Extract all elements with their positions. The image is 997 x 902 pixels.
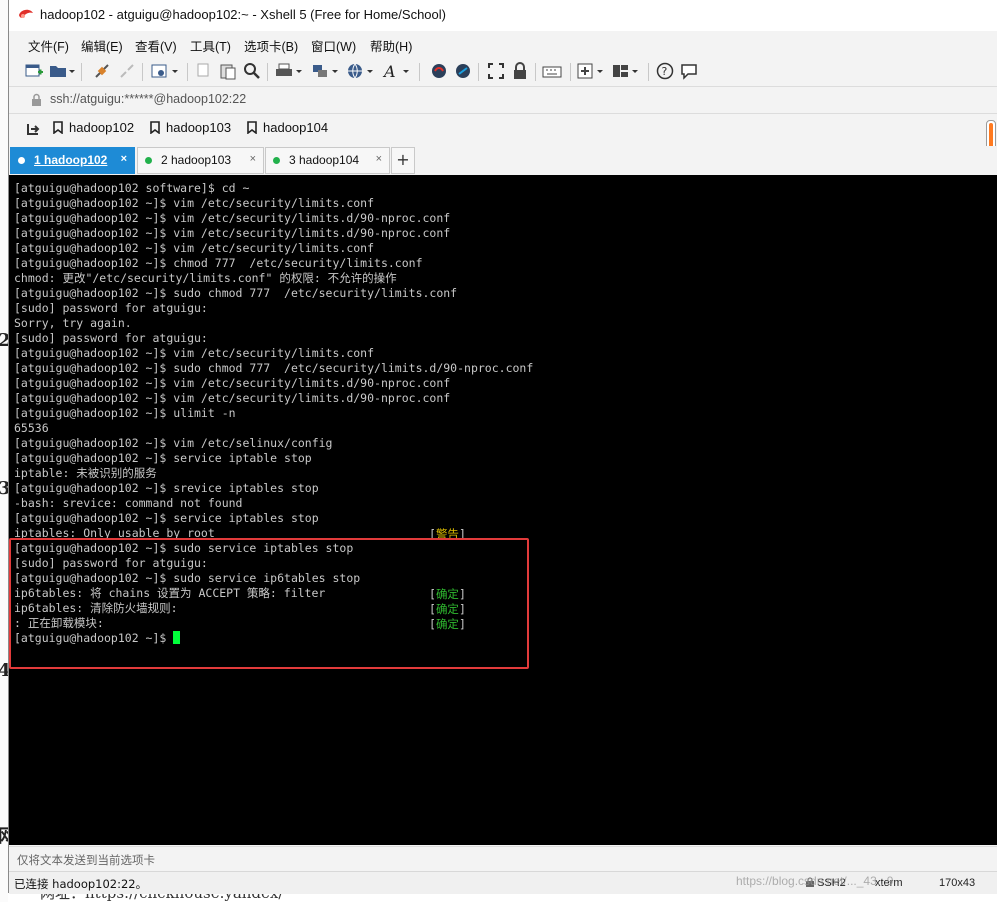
terminal-line: [sudo] password for atguigu: bbox=[14, 301, 208, 315]
connected-dot-icon bbox=[273, 157, 280, 164]
terminal-line: [atguigu@hadoop102 ~]$ vim /etc/security… bbox=[14, 211, 451, 225]
terminal-line: [atguigu@hadoop102 ~]$ sudo chmod 777 /e… bbox=[14, 361, 534, 375]
link-hadoop104[interactable]: hadoop104 bbox=[247, 120, 328, 135]
menu-edit[interactable]: 编辑(E) bbox=[81, 36, 123, 55]
terminal-line: [atguigu@hadoop102 ~]$ service iptable s… bbox=[14, 451, 312, 465]
terminal-line: [atguigu@hadoop102 ~]$ vim /etc/security… bbox=[14, 376, 451, 390]
link-arrow-icon[interactable] bbox=[26, 122, 40, 136]
terminal-line: [atguigu@hadoop102 ~]$ bbox=[14, 631, 533, 646]
link-hadoop102[interactable]: hadoop102 bbox=[53, 120, 134, 135]
menu-tools[interactable]: 工具(T) bbox=[190, 36, 231, 55]
lock-icon[interactable] bbox=[511, 62, 529, 80]
menu-tabs[interactable]: 选项卡(B) bbox=[244, 36, 298, 55]
terminal-line: [atguigu@hadoop102 ~]$ vim /etc/selinux/… bbox=[14, 436, 333, 450]
bookmark-icon bbox=[53, 121, 63, 134]
close-icon[interactable]: × bbox=[376, 153, 382, 165]
address-bar[interactable]: ssh://atguigu:******@hadoop102:22 bbox=[9, 87, 997, 114]
ok-status: [确定] bbox=[429, 617, 466, 631]
new-session-icon[interactable] bbox=[25, 62, 43, 80]
title-bar: hadoop102 - atguigu@hadoop102:~ - Xshell… bbox=[9, 0, 997, 32]
terminal-line: [atguigu@hadoop102 ~]$ sudo chmod 777 /e… bbox=[14, 286, 458, 300]
watermark: https://blog.csdn.net/..._43...9 bbox=[736, 874, 894, 888]
open-folder-icon[interactable] bbox=[49, 62, 75, 80]
tab-bar: 1 hadoop102 × 2 hadoop103 × 3 hadoop104 … bbox=[9, 146, 997, 175]
xmanager-icon[interactable] bbox=[454, 62, 472, 80]
paste-icon[interactable] bbox=[219, 62, 237, 80]
ok-status: [确定] bbox=[429, 587, 466, 601]
terminal-line: 65536 bbox=[14, 421, 49, 435]
menu-help[interactable]: 帮助(H) bbox=[370, 36, 412, 55]
help-icon[interactable]: ? bbox=[656, 62, 674, 80]
menu-bar: 文件(F) 编辑(E) 查看(V) 工具(T) 选项卡(B) 窗口(W) 帮助(… bbox=[9, 31, 997, 57]
address-text: ssh://atguigu:******@hadoop102:22 bbox=[50, 92, 247, 106]
terminal-line: iptable: 未被识别的服务 bbox=[14, 466, 157, 480]
terminal-line: [atguigu@hadoop102 ~]$ sudo service ip6t… bbox=[14, 571, 361, 585]
terminal-line: Sorry, try again. bbox=[14, 316, 132, 330]
links-bar: hadoop102 hadoop103 hadoop104 bbox=[9, 114, 997, 144]
send-text-placeholder: 仅将文本发送到当前选项卡 bbox=[17, 853, 155, 867]
bookmark-icon bbox=[150, 121, 160, 134]
toolbar: A ? bbox=[9, 57, 997, 87]
terminal-line: [atguigu@hadoop102 ~]$ service iptables … bbox=[14, 511, 319, 525]
copy-icon[interactable] bbox=[195, 62, 213, 80]
terminal-line: [atguigu@hadoop102 software]$ cd ~ bbox=[14, 181, 250, 195]
menu-window[interactable]: 窗口(W) bbox=[311, 36, 356, 55]
find-icon[interactable] bbox=[243, 62, 261, 80]
close-icon[interactable]: × bbox=[250, 153, 256, 165]
font-icon[interactable]: A bbox=[382, 62, 410, 80]
terminal-line: -bash: srevice: command not found bbox=[14, 496, 243, 510]
tab-hadoop102[interactable]: 1 hadoop102 × bbox=[10, 147, 135, 174]
close-icon[interactable]: × bbox=[121, 153, 127, 165]
layout-icon[interactable] bbox=[612, 62, 640, 80]
properties-icon[interactable] bbox=[151, 62, 179, 80]
terminal-line: [sudo] password for atguigu: bbox=[14, 556, 208, 570]
connected-dot-icon bbox=[18, 157, 25, 164]
svg-text:A: A bbox=[382, 62, 396, 80]
connect-icon[interactable] bbox=[93, 62, 111, 80]
menu-view[interactable]: 查看(V) bbox=[135, 36, 177, 55]
tab-hadoop103[interactable]: 2 hadoop103 × bbox=[137, 147, 264, 174]
new-tab-icon[interactable] bbox=[577, 62, 605, 80]
terminal-line: chmod: 更改"/etc/security/limits.conf" 的权限… bbox=[14, 271, 397, 285]
svg-text:?: ? bbox=[662, 65, 668, 78]
connection-status: 已连接 hadoop102:22。 bbox=[14, 877, 148, 891]
lock-icon bbox=[32, 93, 41, 106]
terminal-lines: [atguigu@hadoop102 software]$ cd ~ [atgui… bbox=[14, 181, 533, 646]
menu-file[interactable]: 文件(F) bbox=[28, 36, 69, 55]
disconnect-icon[interactable] bbox=[118, 62, 136, 80]
terminal-line: [atguigu@hadoop102 ~]$ vim /etc/security… bbox=[14, 346, 375, 360]
link-hadoop103[interactable]: hadoop103 bbox=[150, 120, 231, 135]
terminal-line: [sudo] password for atguigu: bbox=[14, 331, 208, 345]
chat-icon[interactable] bbox=[680, 62, 698, 80]
terminal-size: 170x43 bbox=[939, 877, 976, 889]
terminal-output[interactable]: [atguigu@hadoop102 software]$ cd ~ [atgui… bbox=[9, 175, 997, 845]
transfer-icon[interactable] bbox=[311, 62, 339, 80]
xshell-app-icon bbox=[19, 9, 33, 18]
xshell-window: hadoop102 - atguigu@hadoop102:~ - Xshell… bbox=[8, 0, 997, 894]
terminal-line: [atguigu@hadoop102 ~]$ sudo service ipta… bbox=[14, 541, 354, 555]
warning-status: [警告] bbox=[429, 527, 466, 541]
terminal-line: [atguigu@hadoop102 ~]$ chmod 777 /etc/se… bbox=[14, 256, 423, 270]
print-icon[interactable] bbox=[275, 62, 303, 80]
fullscreen-icon[interactable] bbox=[487, 62, 505, 80]
terminal-line: [atguigu@hadoop102 ~]$ vim /etc/security… bbox=[14, 196, 375, 210]
window-title: hadoop102 - atguigu@hadoop102:~ - Xshell… bbox=[40, 7, 446, 22]
globe-icon[interactable] bbox=[346, 62, 374, 80]
send-text-bar[interactable]: 仅将文本发送到当前选项卡 bbox=[9, 846, 997, 871]
terminal-line: [atguigu@hadoop102 ~]$ vim /etc/security… bbox=[14, 391, 451, 405]
ok-status: [确定] bbox=[429, 602, 466, 616]
bookmark-icon bbox=[247, 121, 257, 134]
terminal-line: [atguigu@hadoop102 ~]$ ulimit -n bbox=[14, 406, 236, 420]
terminal-line: [atguigu@hadoop102 ~]$ vim /etc/security… bbox=[14, 226, 451, 240]
xftp-icon[interactable] bbox=[430, 62, 448, 80]
add-tab-button[interactable]: + bbox=[391, 147, 415, 174]
terminal-line: [atguigu@hadoop102 ~]$ srevice iptables … bbox=[14, 481, 319, 495]
terminal-cursor bbox=[173, 631, 181, 644]
terminal-line: [atguigu@hadoop102 ~]$ vim /etc/security… bbox=[14, 241, 375, 255]
tab-hadoop104[interactable]: 3 hadoop104 × bbox=[265, 147, 390, 174]
background-document-edge: 2 3 4 网 bbox=[0, 0, 8, 902]
keyboard-icon[interactable] bbox=[542, 62, 562, 80]
connected-dot-icon bbox=[145, 157, 152, 164]
